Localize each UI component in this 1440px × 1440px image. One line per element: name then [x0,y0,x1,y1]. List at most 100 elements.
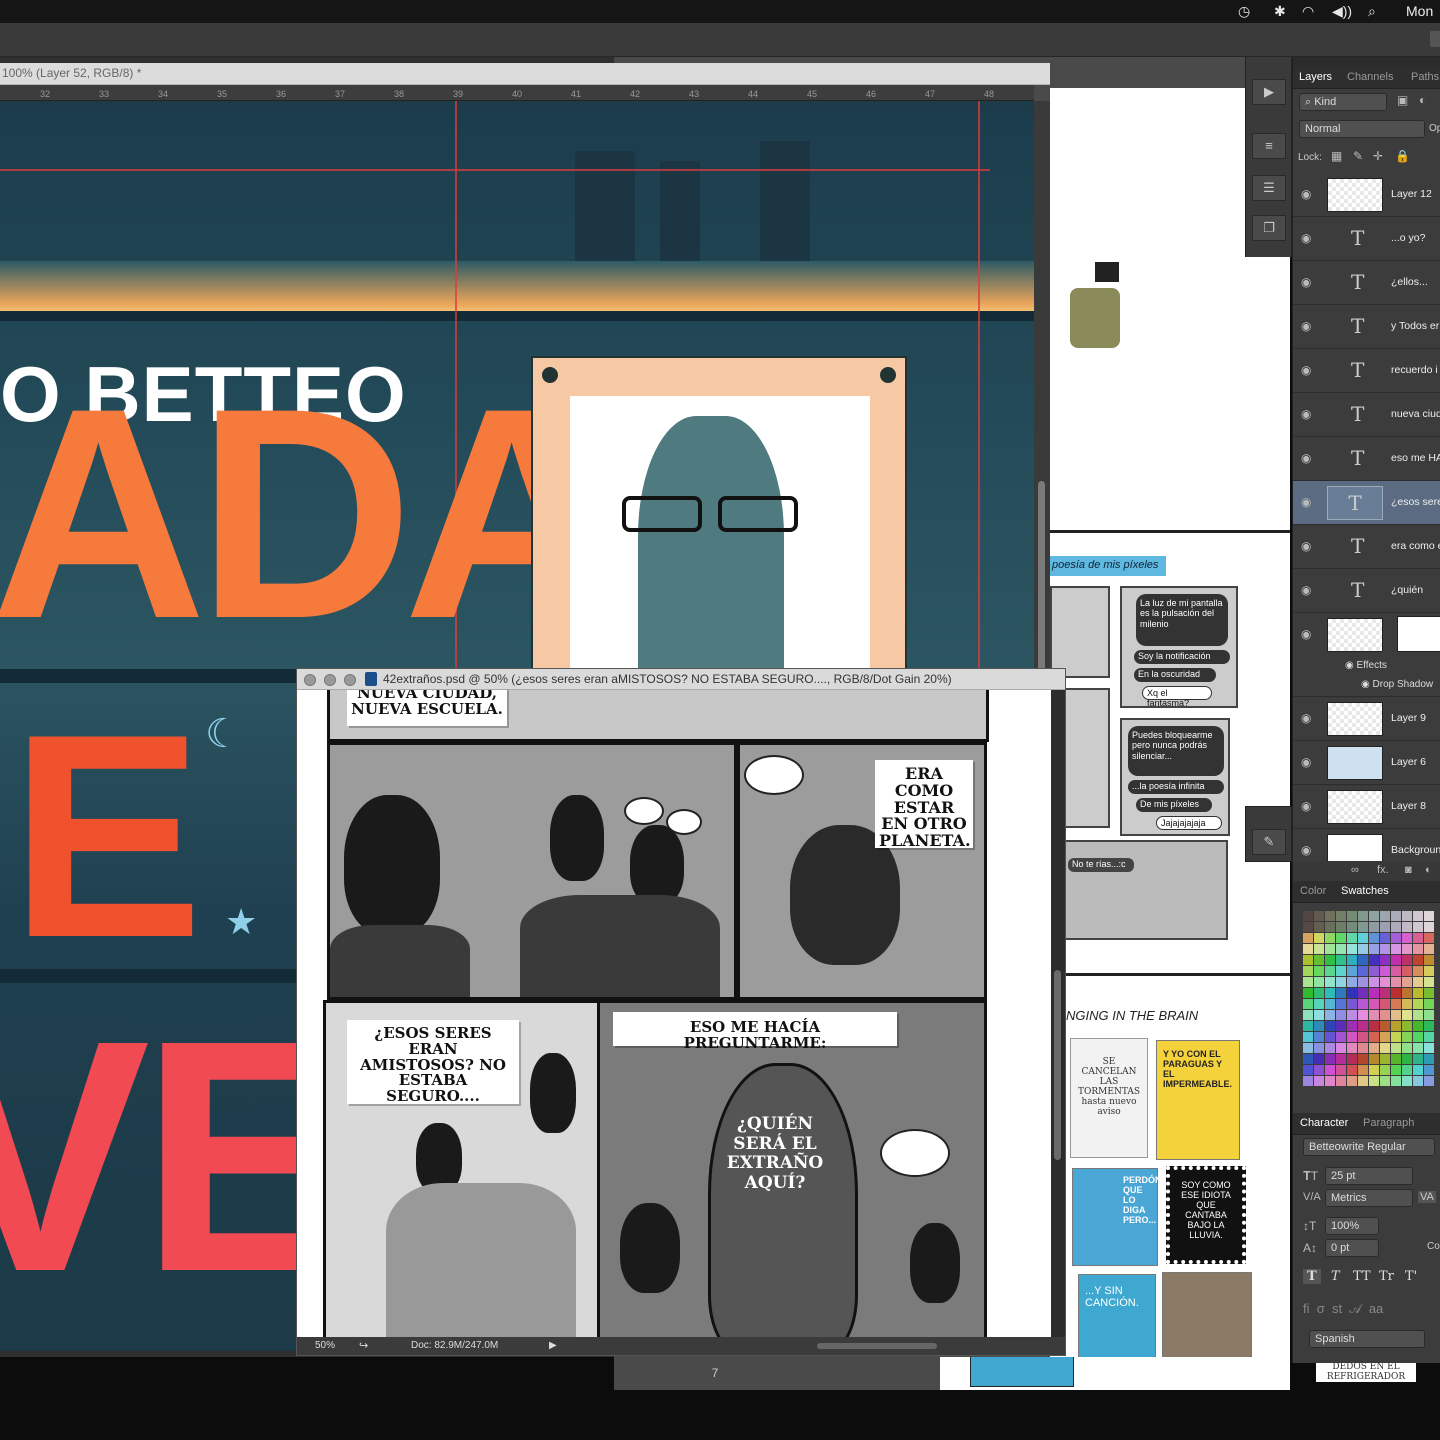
color-swatch[interactable] [1391,944,1401,954]
color-swatch[interactable] [1369,955,1379,965]
color-swatch[interactable] [1424,1076,1434,1086]
color-swatch[interactable] [1424,988,1434,998]
layer-row[interactable]: ◉ Teso me HA [1293,437,1440,481]
color-swatch[interactable] [1347,966,1357,976]
color-swatch[interactable] [1391,1076,1401,1086]
lock-icon[interactable]: 🔒 [1395,149,1410,163]
color-swatch[interactable] [1325,1043,1335,1053]
layer-comps-icon[interactable]: ❐ [1252,215,1286,241]
horizontal-scroll-thumb[interactable] [817,1343,937,1349]
color-swatch[interactable] [1369,966,1379,976]
color-swatch[interactable] [1358,988,1368,998]
color-swatch[interactable] [1336,944,1346,954]
horizontal-ruler[interactable]: 32 33 34 35 36 37 38 39 40 41 42 43 44 4… [0,85,1034,101]
color-swatch[interactable] [1314,911,1324,921]
tab-color[interactable]: Color [1300,885,1326,897]
color-swatch[interactable] [1369,977,1379,987]
zoom-level[interactable]: 50% [315,1340,335,1351]
color-swatch[interactable] [1336,1032,1346,1042]
color-swatch[interactable] [1358,911,1368,921]
baseline-shift-input[interactable]: 0 pt [1325,1239,1379,1257]
color-swatch[interactable] [1325,999,1335,1009]
color-swatch[interactable] [1402,911,1412,921]
color-swatch[interactable] [1369,911,1379,921]
tab-paragraph[interactable]: Paragraph [1363,1117,1414,1129]
color-swatch[interactable] [1424,1043,1434,1053]
document-title-bar[interactable]: 42extraños.psd @ 50% (¿esos seres eran a… [297,669,1065,690]
layer-row[interactable]: ◉ Layer 8 [1293,785,1440,829]
color-swatch[interactable] [1424,1021,1434,1031]
color-swatch[interactable] [1369,999,1379,1009]
color-swatch[interactable] [1303,1054,1313,1064]
link-icon[interactable]: ∞ [1351,864,1359,876]
color-swatch[interactable] [1413,911,1423,921]
color-swatch[interactable] [1402,1043,1412,1053]
color-swatch[interactable] [1369,988,1379,998]
color-swatch[interactable] [1325,922,1335,932]
color-swatch[interactable] [1325,966,1335,976]
color-swatch[interactable] [1358,1032,1368,1042]
color-swatch[interactable] [1424,933,1434,943]
color-swatch[interactable] [1402,922,1412,932]
color-swatch[interactable] [1391,1010,1401,1020]
visibility-eye-icon[interactable]: ◉ [1301,231,1311,245]
color-swatch[interactable] [1336,922,1346,932]
color-swatch[interactable] [1424,1032,1434,1042]
color-swatch[interactable] [1402,933,1412,943]
small-caps-button[interactable]: Tr [1377,1269,1396,1284]
color-swatch[interactable] [1347,944,1357,954]
color-swatch[interactable] [1347,988,1357,998]
color-swatch[interactable] [1413,1043,1423,1053]
color-swatch[interactable] [1347,933,1357,943]
fx-icon[interactable]: fx. [1377,864,1389,876]
color-swatch[interactable] [1325,988,1335,998]
color-swatch[interactable] [1358,944,1368,954]
color-swatch[interactable] [1402,1021,1412,1031]
color-swatch[interactable] [1336,966,1346,976]
color-swatch[interactable] [1391,966,1401,976]
color-swatch[interactable] [1380,911,1390,921]
layer-row[interactable]: ◉ Trecuerdo i [1293,349,1440,393]
color-swatch[interactable] [1391,988,1401,998]
tab-channels[interactable]: Channels [1347,71,1393,83]
color-swatch[interactable] [1325,944,1335,954]
superscript-button[interactable]: T' [1403,1269,1419,1284]
visibility-eye-icon[interactable]: ◉ [1301,843,1311,857]
swatches-grid[interactable] [1293,903,1440,1113]
color-swatch[interactable] [1424,911,1434,921]
color-swatch[interactable] [1413,1065,1423,1075]
color-swatch[interactable] [1358,1065,1368,1075]
font-size-select[interactable]: 25 pt [1325,1167,1413,1185]
drop-shadow-label[interactable]: ◉ Drop Shadow [1361,679,1433,690]
visibility-eye-icon[interactable]: ◉ [1301,755,1311,769]
color-swatch[interactable] [1402,1032,1412,1042]
color-swatch[interactable] [1347,1043,1357,1053]
language-select[interactable]: Spanish [1309,1330,1425,1348]
color-swatch[interactable] [1314,1032,1324,1042]
color-swatch[interactable] [1336,1065,1346,1075]
color-swatch[interactable] [1314,1010,1324,1020]
color-swatch[interactable] [1413,999,1423,1009]
layer-row[interactable]: ◉ Layer 6 [1293,741,1440,785]
faux-bold-button[interactable]: T [1303,1269,1321,1284]
color-swatch[interactable] [1325,1076,1335,1086]
color-swatch[interactable] [1336,1010,1346,1020]
color-swatch[interactable] [1314,1021,1324,1031]
color-swatch[interactable] [1369,1043,1379,1053]
color-swatch[interactable] [1325,1010,1335,1020]
color-swatch[interactable] [1424,922,1434,932]
color-swatch[interactable] [1303,1010,1313,1020]
visibility-eye-icon[interactable]: ◉ [1301,363,1311,377]
share-icon[interactable]: ↪ [359,1339,368,1352]
color-swatch[interactable] [1336,955,1346,965]
color-swatch[interactable] [1369,1010,1379,1020]
color-swatch[interactable] [1303,1032,1313,1042]
visibility-eye-icon[interactable]: ◉ [1301,539,1311,553]
adjustments-icon[interactable]: ≡ [1252,133,1286,159]
zoom-window-button[interactable] [344,674,356,686]
color-swatch[interactable] [1347,1065,1357,1075]
layer-row[interactable]: ◉ Tera como e [1293,525,1440,569]
color-swatch[interactable] [1325,955,1335,965]
color-swatch[interactable] [1303,933,1313,943]
color-swatch[interactable] [1358,922,1368,932]
